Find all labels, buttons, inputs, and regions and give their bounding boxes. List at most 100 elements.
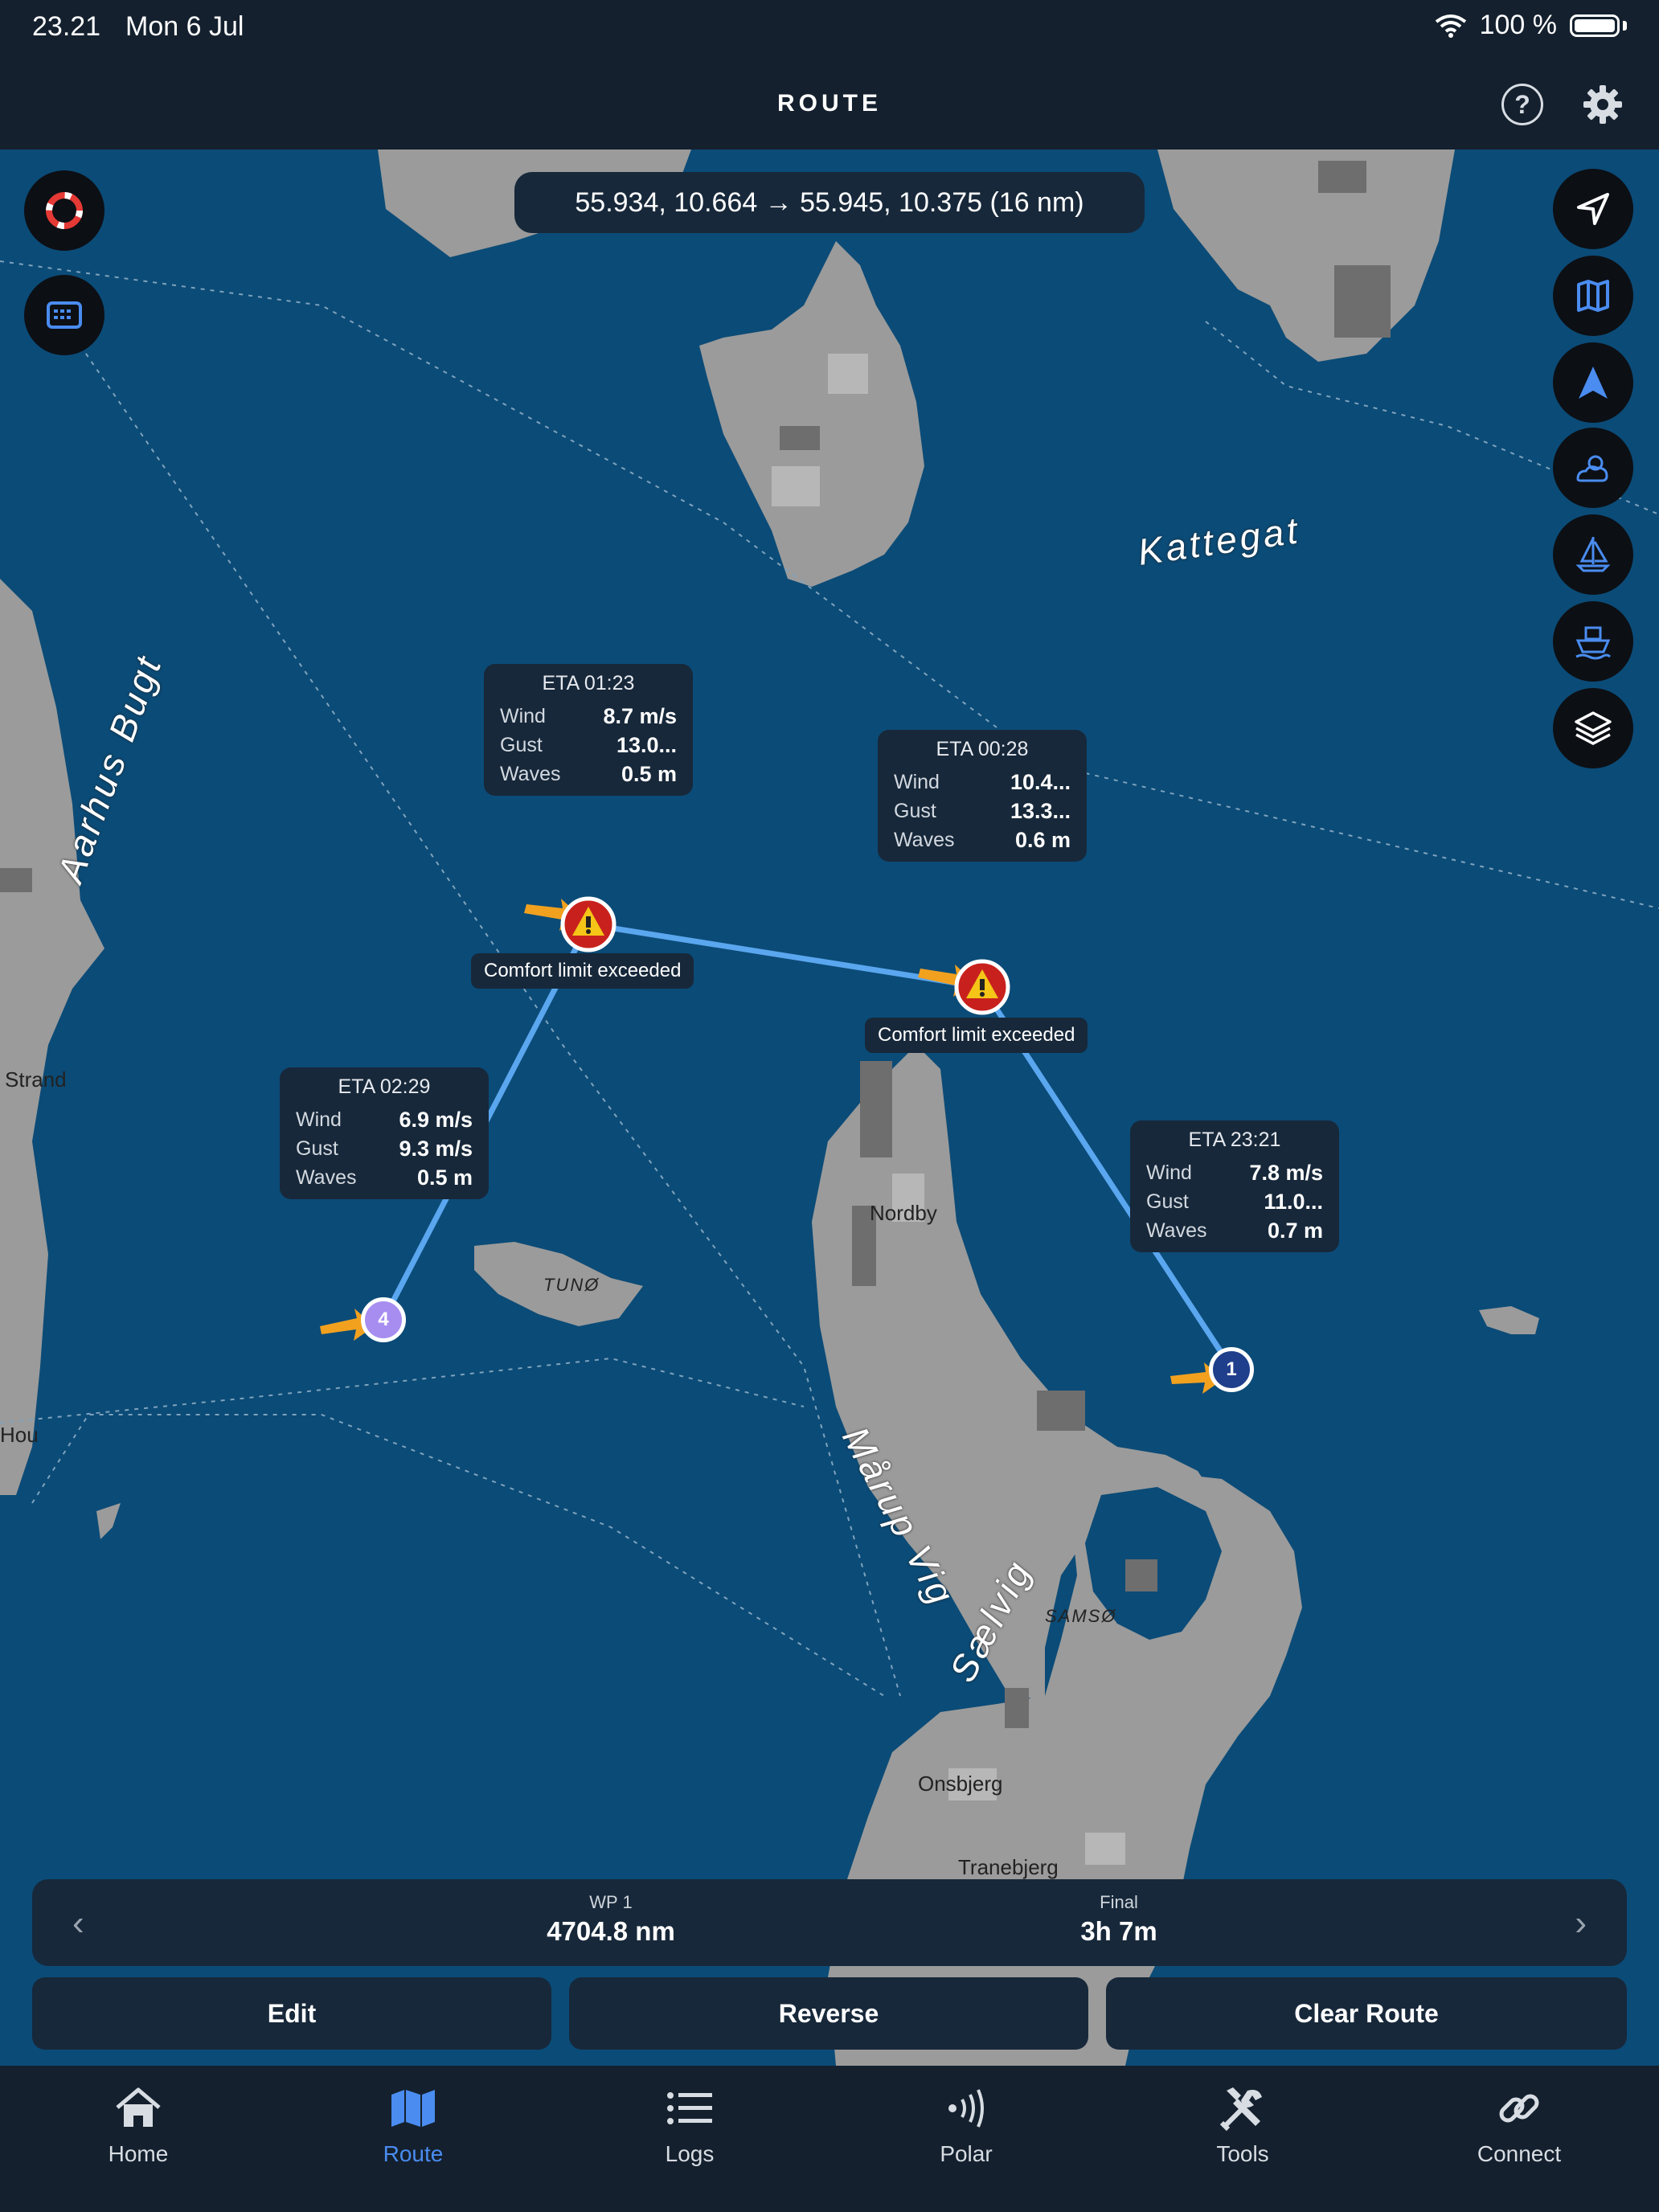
- ship-icon: [1575, 626, 1612, 660]
- tab-route[interactable]: Route: [333, 2080, 494, 2167]
- lifebuoy-button[interactable]: [24, 170, 104, 251]
- heading-button[interactable]: [1553, 342, 1633, 423]
- status-time: 23.21: [32, 11, 101, 42]
- waves-value: 0.7 m: [1267, 1219, 1323, 1243]
- label-samso: SAMSØ: [1045, 1606, 1117, 1626]
- island-north: [699, 241, 924, 587]
- gear-icon[interactable]: [1580, 82, 1625, 127]
- eta-card-2[interactable]: ETA 00:28 Wind 10.4... Gust 13.3... Waves 0…: [878, 730, 1087, 862]
- keyboard-icon: [47, 301, 82, 329]
- header-bar: ROUTE: [0, 58, 1659, 150]
- waypoint-4-label: 4: [378, 1309, 389, 1330]
- sailboat-button[interactable]: [1553, 514, 1633, 595]
- islet-west: [96, 1503, 121, 1539]
- gust-value: 11.0...: [1264, 1190, 1323, 1214]
- warning-marker-1[interactable]: [560, 896, 616, 952]
- battery-icon: [1570, 14, 1620, 37]
- link-icon: [1499, 2094, 1539, 2123]
- question-icon[interactable]: ?: [1501, 84, 1543, 125]
- weather-button[interactable]: [1553, 428, 1633, 508]
- eta-title: ETA 01:23: [542, 672, 635, 694]
- map-button[interactable]: [1553, 256, 1633, 336]
- tab-bar: Home Route Logs Polar Tools Connect: [0, 2066, 1659, 2212]
- eta-card-1[interactable]: ETA 01:23 Wind 8.7 m/s Gust 13.0... Waves 0…: [484, 664, 693, 796]
- polar-icon: [948, 2089, 984, 2128]
- waypoint-info-panel: ‹ WP 1 4704.8 nm Final 3h 7m ›: [32, 1879, 1627, 1966]
- tools-icon: [1219, 2087, 1262, 2132]
- layers-button[interactable]: [1553, 688, 1633, 768]
- locate-button[interactable]: [1553, 169, 1633, 249]
- gust-value: 13.0...: [616, 733, 677, 757]
- eta-title: ETA 23:21: [1188, 1129, 1281, 1151]
- eta-title: ETA 02:29: [338, 1075, 431, 1098]
- chevron-left-icon[interactable]: ‹: [72, 1903, 84, 1944]
- wp-distance: 4704.8 nm: [547, 1916, 675, 1946]
- waves-value: 0.5 m: [416, 1165, 473, 1190]
- status-date: Mon 6 Jul: [125, 11, 244, 42]
- gust-label: Gust: [1146, 1190, 1189, 1213]
- waves-label: Waves: [894, 829, 955, 851]
- tab-polar-label: Polar: [940, 2141, 993, 2166]
- tab-polar[interactable]: Polar: [886, 2080, 1047, 2167]
- page-title: ROUTE: [777, 90, 882, 117]
- final-label: Final: [1100, 1892, 1138, 1912]
- eta-card-4[interactable]: ETA 23:21 Wind 7.8 m/s Gust 11.0... Waves 0…: [1130, 1120, 1339, 1252]
- wind-label: Wind: [500, 705, 546, 727]
- chart-map[interactable]: 1 4 Kattegat Aarhus Bugt Mårup Vig Sælvi…: [0, 150, 1659, 2066]
- final-time: 3h 7m: [1080, 1916, 1157, 1946]
- route-map-icon: [391, 2090, 435, 2127]
- waves-label: Waves: [500, 763, 561, 785]
- gust-label: Gust: [500, 734, 543, 756]
- keyboard-button[interactable]: [24, 275, 104, 355]
- tab-home-label: Home: [108, 2141, 169, 2166]
- sailboat-icon: [1575, 537, 1611, 572]
- reverse-button[interactable]: Reverse: [569, 1977, 1088, 2050]
- tab-logs-label: Logs: [665, 2141, 715, 2166]
- waypoint-4[interactable]: 4: [361, 1297, 406, 1342]
- weather-icon: [1576, 455, 1608, 482]
- ship-button[interactable]: [1553, 601, 1633, 682]
- waypoint-1[interactable]: 1: [1209, 1347, 1254, 1392]
- status-bar: 23.21 Mon 6 Jul 100 %: [0, 0, 1659, 58]
- wind-value: 8.7 m/s: [603, 704, 677, 728]
- eta-card-3[interactable]: ETA 02:29 Wind 6.9 m/s Gust 9.3 m/s Waves 0…: [280, 1067, 489, 1199]
- wind-label: Wind: [894, 771, 940, 793]
- tab-connect[interactable]: Connect: [1439, 2080, 1600, 2167]
- home-icon: [116, 2087, 161, 2127]
- final-info: Final 3h 7m: [1014, 1892, 1223, 1947]
- label-tuno: TUNØ: [543, 1275, 600, 1295]
- waypoint-1-label: 1: [1226, 1358, 1237, 1380]
- land-north-right: [1157, 150, 1455, 362]
- wp-info: WP 1 4704.8 nm: [490, 1892, 731, 1947]
- waves-label: Waves: [1146, 1219, 1207, 1242]
- status-indicators: 100 %: [1435, 10, 1627, 41]
- tab-tools[interactable]: Tools: [1162, 2080, 1323, 2167]
- comfort-warning-1: Comfort limit exceeded: [471, 953, 694, 989]
- gust-value: 13.3...: [1010, 799, 1071, 823]
- map-icon: [1577, 280, 1609, 312]
- warning-marker-2[interactable]: [954, 959, 1010, 1015]
- waves-value: 0.5 m: [621, 762, 677, 786]
- lifebuoy-icon: [46, 192, 83, 229]
- clear-route-button[interactable]: Clear Route: [1106, 1977, 1627, 2050]
- tab-logs[interactable]: Logs: [609, 2080, 770, 2167]
- wind-label: Wind: [1146, 1161, 1192, 1184]
- tab-tools-label: Tools: [1216, 2141, 1269, 2166]
- edit-button[interactable]: Edit: [32, 1977, 551, 2050]
- route-line: [380, 921, 1238, 1376]
- label-nordby: Nordby: [870, 1201, 937, 1225]
- waves-value: 0.6 m: [1014, 828, 1071, 852]
- battery-percent: 100 %: [1479, 10, 1557, 40]
- tab-home[interactable]: Home: [58, 2080, 219, 2167]
- eta-title: ETA 00:28: [936, 738, 1029, 760]
- tab-connect-label: Connect: [1477, 2141, 1562, 2166]
- chevron-right-icon[interactable]: ›: [1575, 1903, 1587, 1944]
- gust-value: 9.3 m/s: [399, 1137, 473, 1161]
- wind-value: 10.4...: [1010, 770, 1071, 794]
- route-coordinates: 55.934, 10.664 → 55.945, 10.375 (16 nm): [514, 172, 1145, 233]
- tab-route-label: Route: [383, 2141, 444, 2166]
- map-canvas[interactable]: [0, 150, 1659, 2066]
- label-strand: Strand: [5, 1067, 67, 1092]
- wifi-icon: [1435, 14, 1466, 38]
- battery-tip: [1623, 20, 1627, 31]
